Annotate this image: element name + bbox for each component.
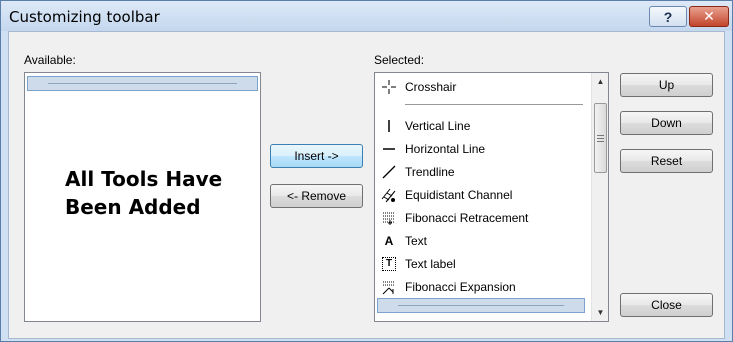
- list-item-label: Horizontal Line: [405, 141, 486, 156]
- close-window-button[interactable]: ✕: [689, 6, 729, 27]
- text-icon: A: [384, 233, 394, 248]
- list-item-trendline[interactable]: Trendline: [375, 160, 591, 183]
- list-item-label: Crosshair: [405, 79, 457, 94]
- list-item-label: Vertical Line: [405, 118, 471, 133]
- customizing-toolbar-dialog: Customizing toolbar ? ✕ Available: All T…: [0, 0, 733, 342]
- list-item-fibonacci-retracement[interactable]: Fibonacci Retracement: [375, 206, 591, 229]
- remove-button[interactable]: <- Remove: [270, 184, 363, 208]
- list-separator: [405, 104, 583, 105]
- selected-separator-row[interactable]: [377, 298, 585, 313]
- list-item-equidistant-channel[interactable]: Equidistant Channel: [375, 183, 591, 206]
- grip-icon: [597, 134, 604, 142]
- list-item-vertical-line[interactable]: Vertical Line: [375, 114, 591, 137]
- selected-label: Selected:: [374, 53, 425, 67]
- text-label-glyph: T: [382, 256, 396, 271]
- separator-line: [398, 305, 564, 306]
- horizontal-line-icon: [375, 139, 403, 159]
- separator-line: [48, 83, 237, 84]
- scrollbar-thumb[interactable]: [594, 103, 607, 173]
- down-button[interactable]: Down: [620, 111, 713, 135]
- available-separator-row[interactable]: [27, 76, 258, 91]
- up-button[interactable]: Up: [620, 73, 713, 97]
- scroll-up-arrow-icon[interactable]: ▲: [592, 73, 608, 90]
- annotation-line-2: Been Added: [65, 195, 201, 219]
- list-item-label: Fibonacci Retracement: [405, 210, 529, 225]
- list-item-label: Fibonacci Expansion: [405, 279, 516, 294]
- vertical-line-icon: [375, 116, 403, 136]
- list-item-label: Text: [405, 233, 428, 248]
- annotation-text: All Tools Have Been Added: [65, 165, 245, 221]
- scroll-down-arrow-icon[interactable]: ▼: [592, 304, 608, 321]
- list-item-crosshair[interactable]: Crosshair: [375, 75, 591, 98]
- reset-button[interactable]: Reset: [620, 149, 713, 173]
- available-label: Available:: [24, 53, 76, 67]
- annotation-line-1: All Tools Have: [65, 167, 223, 191]
- window-title: Customizing toolbar: [9, 8, 160, 26]
- list-item-label: Trendline: [405, 164, 455, 179]
- fibonacci-expansion-icon: [375, 277, 403, 297]
- insert-button[interactable]: Insert ->: [270, 144, 363, 168]
- fibonacci-retracement-icon: [375, 208, 403, 228]
- selected-listbox[interactable]: Crosshair Vertical Line Horizontal Line: [374, 72, 609, 322]
- selected-items: Crosshair Vertical Line Horizontal Line: [375, 73, 591, 321]
- list-item-text-label[interactable]: T Text label: [375, 252, 591, 275]
- list-item-fibonacci-expansion[interactable]: Fibonacci Expansion: [375, 275, 591, 298]
- list-item-label: Equidistant Channel: [405, 187, 513, 202]
- title-bar: Customizing toolbar ? ✕: [1, 1, 732, 31]
- text-label-icon: T: [375, 254, 403, 274]
- list-item-text[interactable]: A Text: [375, 229, 591, 252]
- help-button[interactable]: ?: [649, 6, 687, 27]
- list-item-horizontal-line[interactable]: Horizontal Line: [375, 137, 591, 160]
- vertical-scrollbar[interactable]: ▲ ▼: [591, 73, 608, 321]
- dialog-body: Available: All Tools Have Been Added Ins…: [8, 31, 725, 339]
- trendline-icon: [375, 162, 403, 182]
- available-listbox[interactable]: All Tools Have Been Added: [24, 72, 261, 322]
- crosshair-icon: [375, 77, 403, 97]
- close-button[interactable]: Close: [620, 293, 713, 317]
- list-item-label: Text label: [405, 256, 456, 271]
- equidistant-channel-icon: [375, 185, 403, 205]
- partially-hidden-list-item: · · · · · · · · · · · · · · ·: [383, 316, 481, 322]
